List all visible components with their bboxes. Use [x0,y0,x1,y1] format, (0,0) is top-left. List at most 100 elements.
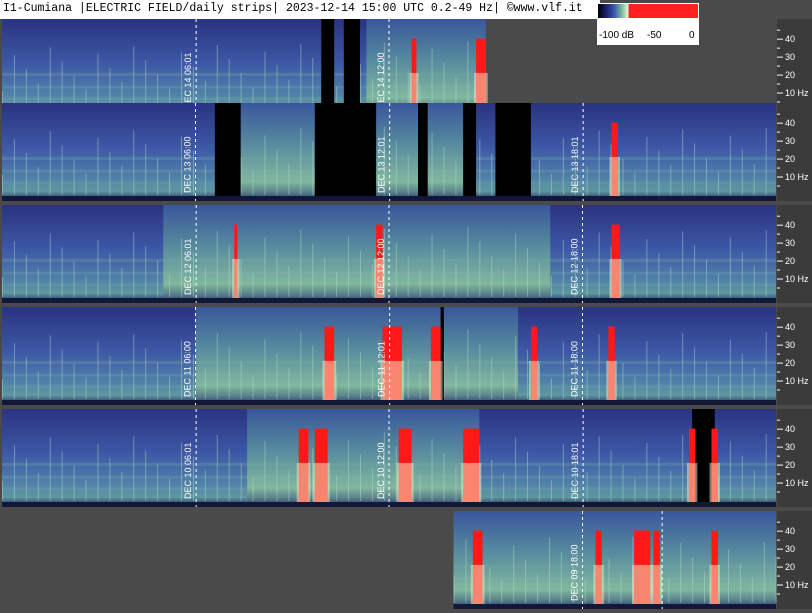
strip-5-event-halo-0 [470,564,485,609]
strip-1-streak [729,135,731,195]
strip-4-event-halo-3 [461,462,482,507]
strip-2-streak [240,259,242,297]
strip-5-streak [537,573,539,603]
strip-4-streak [73,465,75,501]
strip-3-streak [97,341,99,399]
strip-3-streak [407,358,409,399]
strip-2-streak [515,233,517,297]
strip-1-ytick-label-1: 30 [785,136,795,146]
strip-1-streak [765,128,767,195]
strip-0-streak [49,47,51,111]
strip-2-marker-label-0: DEC 12 06:01 [183,238,193,295]
strip-4-event-halo-2 [396,462,414,507]
strip-4-streak [431,438,433,501]
strip-2-streak [550,276,552,297]
strip-2-streak [145,246,147,297]
strip-2-ytick-label-2: 20 [785,256,795,266]
strip-3-streak [646,340,648,399]
strip-2-separator [0,303,812,306]
strip-0-streak [133,46,135,111]
strip-3-streak [717,375,719,399]
strip-1-streak [85,173,87,195]
strip-2-streak [670,267,672,297]
strip-5-marker-label-0: DEC 09 18:00 [570,544,580,601]
strip-2-streak [491,255,493,297]
strip-2-streak [395,242,397,297]
strip-1-streak [682,129,684,195]
strip-3-streak [682,333,684,399]
strip-2-streak [121,268,123,297]
strip-4-streak [395,446,397,501]
strip-4-ytick-label-0: 40 [785,424,795,434]
strip-5-streak [584,580,586,603]
strip-0-streak [97,53,99,111]
strip-1-streak [753,163,755,195]
strip-0-streak [431,48,433,111]
strip-2-streak [169,274,171,297]
strip-4-separator [0,507,812,510]
strip-4-event-halo-4 [686,462,698,507]
strip-4-streak [610,450,612,501]
strip-1-bright-0 [240,103,315,201]
strip-4-streak [371,468,373,501]
strip-2-streak [598,232,600,297]
strip-3-streak [25,357,27,399]
strip-4-streak [97,443,99,501]
strip-2-streak [85,275,87,297]
strip-3-streak [85,377,87,399]
strip-2-streak [646,238,648,297]
strip-2-streak [180,238,182,297]
strip-3-streak [479,343,481,399]
strip-4-streak [646,442,648,501]
strip-1-streak [670,165,672,195]
strip-5-streak [751,577,753,603]
strip-2-streak [2,277,3,297]
strip-4-streak [145,450,147,501]
strip-5-streak [608,558,610,603]
strip-1-event-halo-0 [609,156,620,201]
strip-2-streak [25,255,27,297]
strip-0-streak [216,44,218,112]
strip-2-streak [13,241,15,297]
strip-1-streak [157,158,159,195]
strip-2-streak [157,260,159,297]
strip-3-streak [73,363,75,399]
strip-2-streak [228,245,230,297]
strip-4-streak [443,453,445,501]
strip-0-streak [395,56,397,111]
strip-3-streak [109,355,111,399]
strip-2-marker-label-1: DEC 12 12:00 [376,238,386,295]
strip-2-ytick-label-3: 10 Hz [785,274,809,284]
strip-4-streak [527,451,529,501]
strip-3-streak [276,353,278,399]
strip-4-streak [550,480,552,501]
strip-5-streak [692,557,694,603]
strip-2-streak [479,241,481,297]
strip-2-streak [753,265,755,297]
strip-3-streak [694,347,696,399]
strip-2-streak [538,261,540,297]
strip-4-streak [85,479,87,501]
strip-2-streak [419,270,421,297]
strip-0-streak [264,51,266,111]
strip-1-streak [646,136,648,195]
strip-1-streak [264,135,266,195]
strip-2-streak [729,237,731,297]
strip-1-streak [455,161,457,195]
strip-3-streak [455,365,457,399]
strip-1-gap-0 [214,103,241,201]
strip-5-floor [453,604,776,609]
strip-2-streak [717,273,719,297]
strip-2-streak [455,263,457,297]
strip-1-streak [97,137,99,195]
strip-2-streak [467,227,469,297]
strip-5-event-halo-3 [651,564,662,609]
strip-3-event-halo-2 [428,360,443,405]
strip-1-streak [252,171,254,195]
strip-3-streak [515,335,517,399]
strip-2-streak [503,269,505,297]
strip-2-streak [216,230,218,297]
strip-4-streak [288,469,290,501]
strip-5-streak [465,539,467,603]
strip-4-streak [455,467,457,501]
